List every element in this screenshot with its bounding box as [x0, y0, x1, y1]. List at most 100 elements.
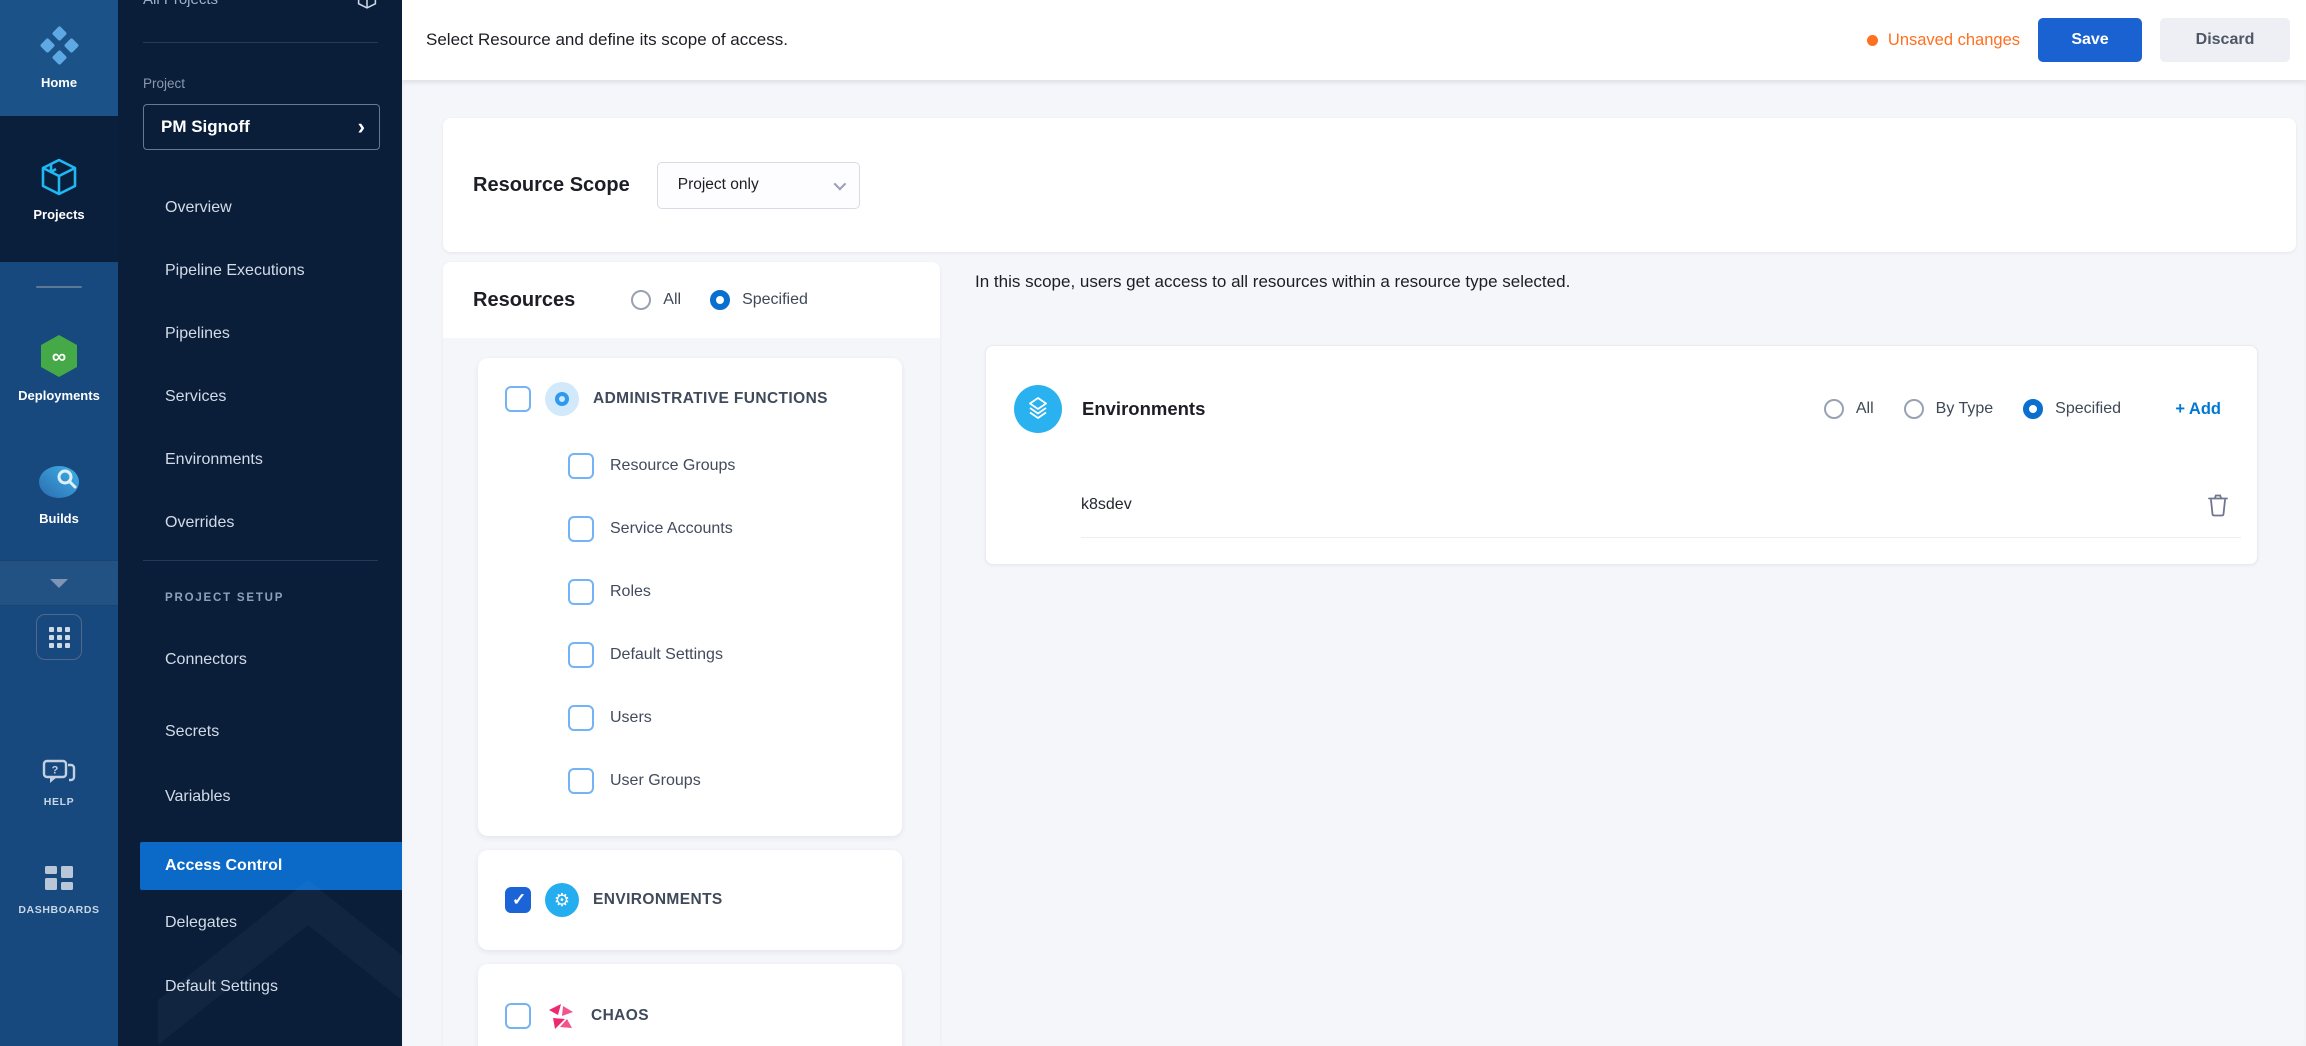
sidebar-item-connectors[interactable]: Connectors [118, 637, 402, 683]
chaos-icon [545, 1000, 577, 1032]
chevron-down-icon [833, 177, 846, 190]
module-picker-button[interactable] [36, 614, 82, 660]
environments-card-title: Environments [1082, 398, 1205, 420]
cube-icon [356, 0, 378, 10]
sidebar-item-label: Delegates [165, 914, 237, 932]
env-radio-by-type-label[interactable]: By Type [1936, 400, 1994, 418]
rail-item-projects[interactable]: Projects [0, 116, 118, 262]
user-groups-checkbox[interactable] [568, 768, 594, 794]
project-setup-heading: PROJECT SETUP [165, 592, 284, 604]
dashboards-icon [44, 865, 74, 895]
trash-icon[interactable] [2205, 492, 2231, 518]
project-label: Project [143, 76, 185, 91]
resource-groups-checkbox[interactable] [568, 453, 594, 479]
env-radio-all[interactable] [1824, 399, 1844, 419]
chaos-checkbox[interactable] [505, 1003, 531, 1029]
sidebar-item-label: Overrides [165, 514, 234, 532]
sidebar-item-environments[interactable]: Environments [118, 437, 402, 483]
rail-label-projects: Projects [33, 207, 84, 222]
user-groups-label: User Groups [610, 772, 701, 790]
module-rail: Home Projects ∞ Deployments [0, 0, 118, 1046]
admin-functions-label: ADMINISTRATIVE FUNCTIONS [593, 390, 828, 408]
project-selector[interactable]: PM Signoff [143, 104, 380, 150]
environment-row: k8sdev [1081, 472, 2241, 538]
env-radio-specified[interactable] [2023, 399, 2043, 419]
rail-collapse-toggle[interactable] [0, 560, 118, 606]
environment-name: k8sdev [1081, 496, 1132, 514]
resource-scope-dropdown[interactable]: Project only [657, 162, 860, 209]
sidebar-item-pipeline-executions[interactable]: Pipeline Executions [118, 248, 402, 294]
rail-item-home[interactable]: Home [0, 0, 118, 116]
project-sidebar: All Projects Project PM Signoff Overview… [118, 0, 402, 1046]
sidebar-item-label: Default Settings [165, 978, 278, 996]
service-accounts-label: Service Accounts [610, 520, 733, 538]
sidebar-item-variables[interactable]: Variables [118, 774, 402, 820]
sidebar-divider [143, 560, 378, 561]
discard-button[interactable]: Discard [2160, 18, 2290, 62]
resources-radio-specified[interactable] [710, 290, 730, 310]
sidebar-item-secrets[interactable]: Secrets [118, 709, 402, 755]
sidebar-item-pipelines[interactable]: Pipelines [118, 311, 402, 357]
projects-cube-icon [38, 156, 80, 198]
sidebar-item-label: Connectors [165, 651, 247, 669]
sidebar-item-default-settings[interactable]: Default Settings [118, 964, 402, 1010]
default-settings-label: Default Settings [610, 646, 723, 664]
rail-item-builds[interactable]: Builds [0, 444, 118, 544]
sidebar-item-label: Access Control [165, 857, 282, 875]
svg-text:∞: ∞ [52, 346, 66, 368]
svg-text:?: ? [52, 764, 59, 776]
resources-radio-all-label[interactable]: All [663, 291, 681, 309]
sidebar-item-label: Services [165, 388, 226, 406]
users-checkbox[interactable] [568, 705, 594, 731]
rail-label-home: Home [41, 75, 77, 90]
roles-checkbox[interactable] [568, 579, 594, 605]
resources-header: Resources All Specified [443, 262, 940, 338]
env-radio-specified-label[interactable]: Specified [2055, 400, 2121, 418]
sidebar-item-label: Environments [165, 451, 263, 469]
project-name: PM Signoff [161, 117, 250, 137]
sidebar-divider [143, 42, 378, 43]
environments-icon: ⚙ [545, 883, 579, 917]
sidebar-item-delegates[interactable]: Delegates [118, 900, 402, 946]
environments-checkbox[interactable] [505, 887, 531, 913]
sidebar-item-access-control[interactable]: Access Control [140, 842, 402, 890]
resource-group-card-environments: ⚙ ENVIRONMENTS [478, 850, 902, 950]
sidebar-item-overview[interactable]: Overview [118, 185, 402, 231]
resources-radio-all[interactable] [631, 290, 651, 310]
environments-group-label: ENVIRONMENTS [593, 891, 723, 909]
add-environment-link[interactable]: + Add [2175, 346, 2221, 472]
resource-scope-card: Resource Scope Project only [443, 118, 2296, 252]
page-subtitle: Select Resource and define its scope of … [426, 30, 788, 50]
env-radio-by-type[interactable] [1904, 399, 1924, 419]
admin-functions-checkbox[interactable] [505, 386, 531, 412]
unsaved-changes-label: Unsaved changes [1888, 31, 2020, 50]
rail-item-dashboards[interactable]: DASHBOARDS [0, 850, 118, 930]
rail-item-help[interactable]: ? HELP [0, 742, 118, 822]
sidebar-item-services[interactable]: Services [118, 374, 402, 420]
sidebar-item-overrides[interactable]: Overrides [118, 500, 402, 546]
resources-radio-specified-label[interactable]: Specified [742, 291, 808, 309]
rail-item-deployments[interactable]: ∞ Deployments [0, 318, 118, 418]
default-settings-checkbox[interactable] [568, 642, 594, 668]
content-area: Resource Scope Project only Resources Al… [402, 80, 2306, 1046]
roles-label: Roles [610, 583, 651, 601]
resource-sub-row: Roles [568, 579, 651, 605]
resource-group-row: ⚙ ENVIRONMENTS [505, 883, 723, 917]
resource-sub-row: Users [568, 705, 652, 731]
scope-switcher[interactable]: All Projects [143, 0, 378, 14]
env-radio-all-label[interactable]: All [1856, 400, 1874, 418]
resource-group-card-chaos: CHAOS [478, 964, 902, 1046]
environments-card-header: Environments All By Type Specified + Add [986, 346, 2257, 472]
environments-icon [1014, 385, 1062, 433]
resource-group-card-admin: ADMINISTRATIVE FUNCTIONS Resource Groups… [478, 358, 902, 836]
resources-title: Resources [473, 289, 575, 312]
sidebar-item-templates[interactable]: Templates [118, 1033, 402, 1046]
home-icon [39, 26, 79, 66]
save-button[interactable]: Save [2038, 18, 2142, 62]
service-accounts-checkbox[interactable] [568, 516, 594, 542]
resource-groups-label: Resource Groups [610, 457, 735, 475]
sidebar-item-label: Overview [165, 199, 232, 217]
page-header: Select Resource and define its scope of … [402, 0, 2306, 80]
unsaved-changes-badge: Unsaved changes [1867, 31, 2020, 50]
help-chat-icon: ? [42, 757, 76, 787]
